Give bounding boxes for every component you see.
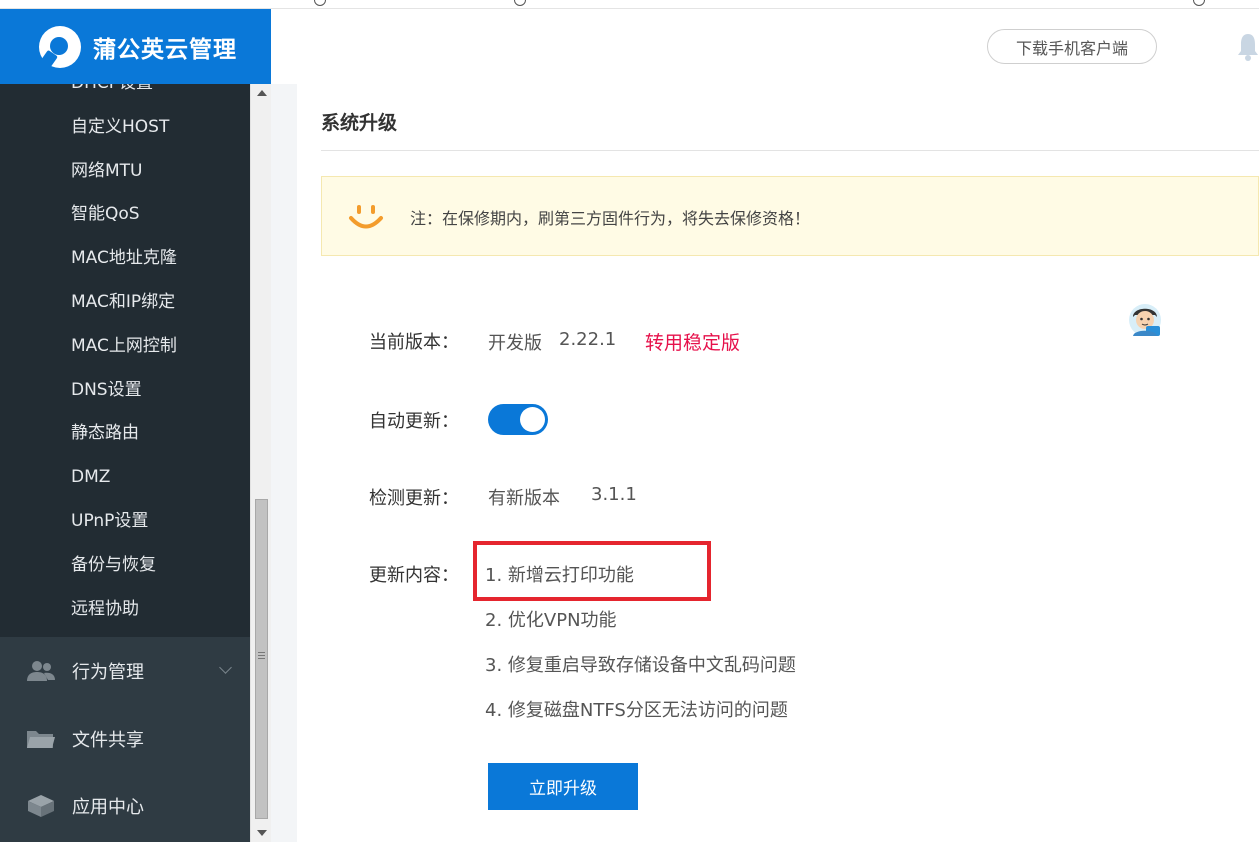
circle-icon bbox=[514, 0, 526, 6]
upgrade-now-button[interactable]: 立即升级 bbox=[488, 763, 638, 810]
sidebar-item-dmz[interactable]: DMZ bbox=[0, 456, 250, 500]
circle-icon bbox=[314, 0, 326, 6]
new-version-number: 3.1.1 bbox=[591, 484, 637, 505]
sidebar-main-nav: 行为管理 文件共享 应用中心 bbox=[0, 637, 250, 842]
scroll-up-arrow-icon[interactable] bbox=[257, 90, 267, 96]
notice-text: 注：在保修期内，刷第三方固件行为，将失去保修资格！ bbox=[410, 209, 811, 228]
box-icon bbox=[28, 795, 54, 817]
sidebar-item-label: 文件共享 bbox=[72, 730, 144, 751]
sidebar-item-mac-access-control[interactable]: MAC上网控制 bbox=[0, 325, 250, 369]
current-edition: 开发版 bbox=[488, 333, 542, 354]
update-status: 有新版本 bbox=[488, 488, 560, 509]
download-app-button[interactable]: 下载手机客户端 bbox=[987, 29, 1157, 64]
auto-update-toggle[interactable] bbox=[488, 404, 548, 435]
page-title: 系统升级 bbox=[321, 112, 398, 134]
sidebar-item-backup-restore[interactable]: 备份与恢复 bbox=[0, 544, 250, 588]
sidebar-item-mtu[interactable]: 网络MTU bbox=[0, 150, 250, 194]
switch-stable-link[interactable]: 转用稳定版 bbox=[645, 328, 740, 355]
highlight-box bbox=[473, 541, 711, 601]
changelog-item: 2. 优化VPN功能 bbox=[485, 610, 617, 631]
logo-icon bbox=[39, 25, 81, 68]
sidebar-item-label: 应用中心 bbox=[72, 797, 144, 818]
sidebar-item-dhcp[interactable]: DHCP设置 bbox=[0, 84, 250, 106]
folder-icon bbox=[27, 731, 55, 748]
sidebar-item-mac-ip-binding[interactable]: MAC和IP绑定 bbox=[0, 281, 250, 325]
check-update-label: 检测更新： bbox=[369, 488, 459, 509]
brand-logo[interactable]: 蒲公英云管理 bbox=[0, 9, 271, 84]
sidebar-item-behavior[interactable]: 行为管理 bbox=[0, 641, 250, 701]
sidebar-scrollbar[interactable] bbox=[250, 84, 271, 842]
sidebar-sub-list: DHCP设置 自定义HOST 网络MTU 智能QoS MAC地址克隆 MAC和I… bbox=[0, 84, 250, 631]
chevron-down-icon bbox=[219, 661, 232, 674]
smile-icon bbox=[349, 205, 383, 229]
sidebar-item-custom-host[interactable]: 自定义HOST bbox=[0, 106, 250, 150]
title-divider bbox=[321, 150, 1259, 151]
sidebar-item-app-center[interactable]: 应用中心 bbox=[0, 776, 250, 836]
sidebar-item-remote-assist[interactable]: 远程协助 bbox=[0, 588, 250, 632]
changelog-label: 更新内容： bbox=[369, 565, 459, 586]
sidebar-item-qos[interactable]: 智能QoS bbox=[0, 193, 250, 237]
users-icon bbox=[27, 661, 55, 681]
browser-top-strip bbox=[0, 0, 1259, 9]
sidebar-item-upnp[interactable]: UPnP设置 bbox=[0, 500, 250, 544]
sidebar-item-static-route[interactable]: 静态路由 bbox=[0, 412, 250, 456]
sidebar-item-file-share[interactable]: 文件共享 bbox=[0, 709, 250, 769]
sidebar-item-mac-clone[interactable]: MAC地址克隆 bbox=[0, 237, 250, 281]
sidebar-item-dns[interactable]: DNS设置 bbox=[0, 369, 250, 413]
scroll-thumb[interactable] bbox=[255, 499, 268, 819]
circle-icon bbox=[1193, 0, 1205, 6]
bell-icon[interactable] bbox=[1236, 31, 1259, 61]
warranty-notice: 注：在保修期内，刷第三方固件行为，将失去保修资格！ bbox=[321, 176, 1259, 256]
auto-update-label: 自动更新： bbox=[369, 411, 459, 432]
scroll-down-arrow-icon[interactable] bbox=[257, 830, 267, 836]
current-version-number: 2.22.1 bbox=[559, 329, 617, 350]
brand-name: 蒲公英云管理 bbox=[93, 36, 237, 63]
changelog-item: 3. 修复重启导致存储设备中文乱码问题 bbox=[485, 655, 796, 676]
current-version-label: 当前版本： bbox=[369, 332, 459, 353]
avatar[interactable] bbox=[1128, 303, 1162, 337]
top-header: 下载手机客户端 bbox=[271, 9, 1259, 84]
changelog-item: 4. 修复磁盘NTFS分区无法访问的问题 bbox=[485, 700, 788, 721]
sidebar: DHCP设置 自定义HOST 网络MTU 智能QoS MAC地址克隆 MAC和I… bbox=[0, 84, 250, 842]
toggle-knob bbox=[520, 407, 545, 432]
sidebar-item-label: 行为管理 bbox=[72, 662, 144, 683]
